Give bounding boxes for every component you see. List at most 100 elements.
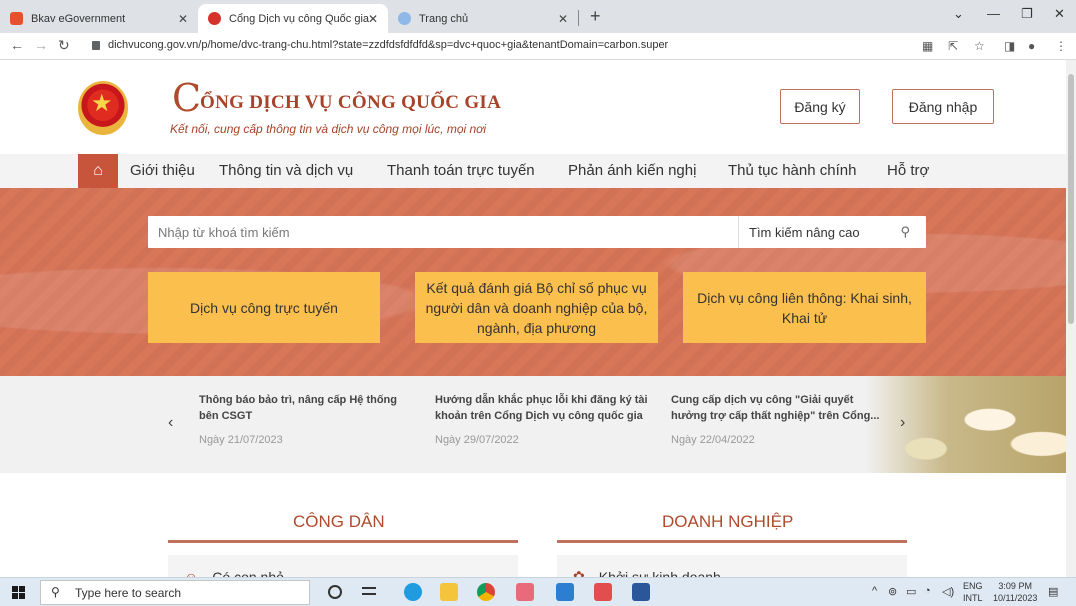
keyboard-layout: INTL xyxy=(963,593,983,603)
news-strip: ‹ Thông báo bảo trì, nâng cấp Hệ thống b… xyxy=(0,376,1066,473)
tab-title: Trang chủ xyxy=(419,12,469,25)
chevron-right-icon[interactable]: › xyxy=(900,414,905,432)
new-tab-button[interactable]: + xyxy=(590,6,601,27)
news-item[interactable]: Hướng dẫn khắc phục lỗi khi đăng ký tài … xyxy=(435,392,650,446)
clock-date: 10/11/2023 xyxy=(993,593,1038,603)
menu-dots-icon[interactable]: ⋮ xyxy=(1055,39,1067,53)
search-bar: Nhập từ khoá tìm kiếm Tìm kiếm nâng cao … xyxy=(148,216,926,248)
close-tab-icon[interactable]: ✕ xyxy=(368,12,378,26)
nav-item-online-payment[interactable]: Thanh toán trực tuyến xyxy=(387,162,535,179)
search-icon[interactable]: ⚲ xyxy=(900,224,910,240)
news-date: Ngày 22/04/2022 xyxy=(671,434,755,446)
news-title[interactable]: Cung cấp dịch vụ công "Giải quyết hưởng … xyxy=(671,392,881,424)
restore-icon[interactable]: ❐ xyxy=(1021,6,1033,22)
business-section-underline xyxy=(557,540,907,543)
news-title[interactable]: Thông báo bảo trì, nâng cấp Hệ thống bên… xyxy=(199,392,414,424)
login-button[interactable]: Đăng nhập xyxy=(892,89,994,124)
clock[interactable]: 3:09 PM 10/11/2023 xyxy=(993,580,1037,604)
back-icon[interactable]: ← xyxy=(10,37,24,53)
nav-item-procedures[interactable]: Thủ tục hành chính xyxy=(728,162,856,179)
pdf-reader-icon[interactable] xyxy=(594,583,612,601)
app-icon[interactable] xyxy=(516,583,534,601)
search-icon: ⚲ xyxy=(51,585,60,599)
translate-icon[interactable]: ▦ xyxy=(922,39,933,53)
news-item[interactable]: Thông báo bảo trì, nâng cấp Hệ thống bên… xyxy=(199,392,414,446)
tab-dvc[interactable]: Cổng Dịch vụ công Quốc gia ✕ xyxy=(198,4,388,33)
clock-time: 3:09 PM xyxy=(998,581,1032,591)
main-nav: ⌂ Giới thiệu Thông tin và dịch vụ Thanh … xyxy=(0,154,1066,188)
web-page: ★ C ỔNG DỊCH VỤ CÔNG QUỐC GIA Kết nối, c… xyxy=(0,60,1066,577)
close-tab-icon[interactable]: ✕ xyxy=(558,12,568,26)
citizen-section-title[interactable]: CÔNG DÂN xyxy=(293,512,385,532)
taskbar-search-box[interactable]: ⚲ Type here to search xyxy=(40,580,310,605)
tab-home[interactable]: Trang chủ ✕ xyxy=(388,4,578,33)
business-section-title[interactable]: DOANH NGHIỆP xyxy=(662,512,793,532)
bkav-favicon-icon xyxy=(10,12,23,25)
share-icon[interactable]: ⇱ xyxy=(948,39,958,53)
tile-online-services[interactable]: Dịch vụ công trực tuyến xyxy=(148,272,380,343)
close-tab-icon[interactable]: ✕ xyxy=(178,12,188,26)
browser-tab-strip: Bkav eGovernment ✕ Cổng Dịch vụ công Quố… xyxy=(0,0,1076,33)
tab-search-icon[interactable]: ⌄ xyxy=(953,6,964,22)
advanced-search-button[interactable]: Tìm kiếm nâng cao xyxy=(738,216,870,248)
cortana-icon[interactable] xyxy=(328,585,342,599)
reload-icon[interactable]: ↻ xyxy=(58,37,70,54)
register-button[interactable]: Đăng ký xyxy=(780,89,860,124)
address-bar[interactable]: dichvucong.gov.vn/p/home/dvc-trang-chu.h… xyxy=(92,39,668,51)
word-icon[interactable] xyxy=(632,583,650,601)
system-tray-icon[interactable]: ⊚ xyxy=(888,585,897,598)
portal-logo-letter[interactable]: C xyxy=(172,76,201,120)
tab-bkav[interactable]: Bkav eGovernment ✕ xyxy=(0,4,198,33)
task-view-icon[interactable] xyxy=(360,583,378,601)
edge-icon[interactable] xyxy=(404,583,422,601)
profile-icon[interactable]: ● xyxy=(1028,39,1035,53)
chrome-icon[interactable] xyxy=(477,583,495,601)
business-card[interactable]: ✿ Khởi sự kinh doanh xyxy=(557,555,907,577)
close-window-icon[interactable]: ✕ xyxy=(1054,6,1065,22)
globe-favicon-icon xyxy=(398,12,411,25)
zalo-icon[interactable] xyxy=(556,583,574,601)
news-item[interactable]: Cung cấp dịch vụ công "Giải quyết hưởng … xyxy=(671,392,881,446)
network-icon[interactable]: ◔ xyxy=(924,585,931,597)
minimize-icon[interactable]: — xyxy=(987,6,1000,21)
nav-item-info-services[interactable]: Thông tin và dịch vụ xyxy=(219,162,353,179)
battery-icon[interactable]: ▭ xyxy=(906,585,916,598)
tab-title: Cổng Dịch vụ công Quốc gia xyxy=(229,12,370,25)
url-text: dichvucong.gov.vn/p/home/dvc-trang-chu.h… xyxy=(108,39,669,51)
startup-icon: ✿ xyxy=(573,568,585,577)
side-panel-icon[interactable]: ◨ xyxy=(1004,39,1015,53)
dvc-favicon-icon xyxy=(208,12,221,25)
lock-icon[interactable] xyxy=(92,40,100,50)
nav-item-about[interactable]: Giới thiệu xyxy=(130,162,195,179)
news-date: Ngày 29/07/2022 xyxy=(435,434,519,446)
language-indicator[interactable]: ENG INTL xyxy=(963,580,983,604)
volume-icon[interactable]: ◁) xyxy=(942,585,954,598)
tab-title: Bkav eGovernment xyxy=(31,12,126,25)
windows-start-icon[interactable] xyxy=(12,586,25,599)
nav-item-support[interactable]: Hỗ trợ xyxy=(887,162,929,179)
tab-separator xyxy=(578,10,579,26)
lotus-decoration xyxy=(866,376,1066,473)
search-input[interactable]: Nhập từ khoá tìm kiếm xyxy=(158,225,290,240)
hero-banner: Nhập từ khoá tìm kiếm Tìm kiếm nâng cao … xyxy=(0,188,1066,376)
forward-icon[interactable]: → xyxy=(34,37,48,53)
citizen-card[interactable]: ☺ Có con nhỏ xyxy=(168,555,518,577)
page-scrollbar[interactable] xyxy=(1066,60,1076,577)
baby-icon: ☺ xyxy=(184,569,199,577)
show-hidden-icons-icon[interactable]: ^ xyxy=(872,585,877,597)
scrollbar-thumb[interactable] xyxy=(1068,74,1074,324)
tile-birth-death[interactable]: Dịch vụ công liên thông: Khai sinh, Khai… xyxy=(683,272,926,343)
news-title[interactable]: Hướng dẫn khắc phục lỗi khi đăng ký tài … xyxy=(435,392,650,424)
portal-title[interactable]: ỔNG DỊCH VỤ CÔNG QUỐC GIA xyxy=(200,92,501,114)
bookmark-star-icon[interactable]: ☆ xyxy=(974,39,985,53)
chevron-left-icon[interactable]: ‹ xyxy=(168,414,173,432)
notification-icon[interactable]: ▤ xyxy=(1048,585,1058,598)
national-emblem-icon: ★ xyxy=(78,81,128,135)
nav-item-feedback[interactable]: Phản ánh kiến nghị xyxy=(568,162,696,179)
tile-service-index[interactable]: Kết quả đánh giá Bộ chỉ số phục vụ người… xyxy=(415,272,658,343)
portal-slogan: Kết nối, cung cấp thông tin và dịch vụ c… xyxy=(170,122,487,136)
browser-toolbar: ← → ↻ dichvucong.gov.vn/p/home/dvc-trang… xyxy=(0,33,1076,60)
file-explorer-icon[interactable] xyxy=(440,583,458,601)
citizen-section-underline xyxy=(168,540,518,543)
home-icon[interactable]: ⌂ xyxy=(78,154,118,188)
